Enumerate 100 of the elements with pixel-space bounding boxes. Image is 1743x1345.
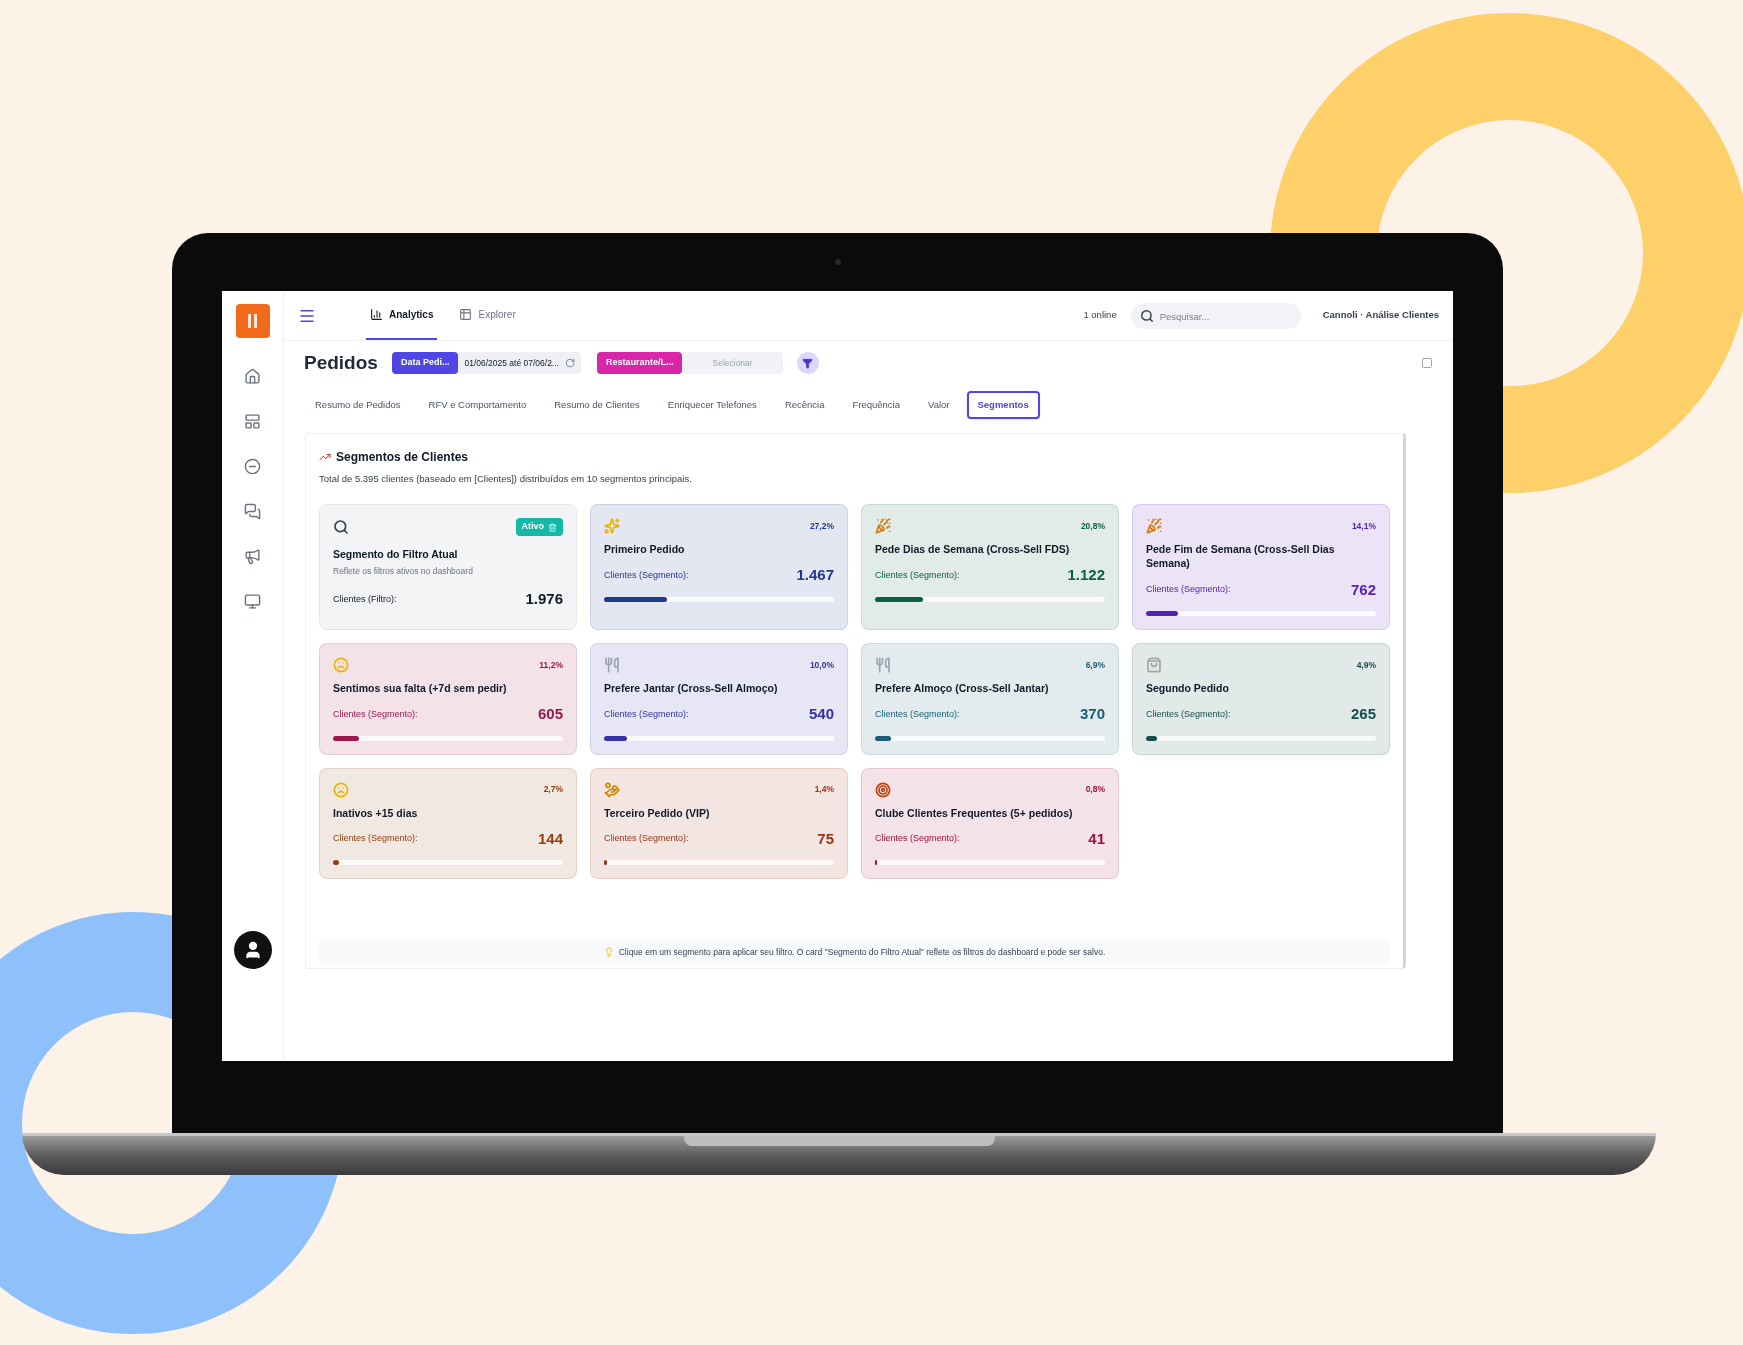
card-title: Pede Dias de Semana (Cross-Sell FDS) xyxy=(875,542,1071,557)
section-tab[interactable]: Recência xyxy=(773,391,836,419)
card-title: Primeiro Pedido xyxy=(604,542,686,557)
share-percent: 20,8% xyxy=(1080,519,1105,533)
filter-chip: Restaurante/L... xyxy=(596,352,683,374)
card-title: Prefere Almoço (Cross-Sell Jantar) xyxy=(875,681,1050,696)
utensils-icon xyxy=(604,657,620,674)
restaurant-filter[interactable]: Restaurante/L... Selecionar xyxy=(596,352,783,374)
count-label: Clientes (Segmento): xyxy=(1146,707,1231,721)
section-tab[interactable]: Resumo de Clientes xyxy=(543,391,651,419)
monitor-icon[interactable] xyxy=(244,593,261,610)
card-title: Pede Fim de Semana (Cross-Sell Dias Semana) xyxy=(1146,542,1336,571)
section-title: Segmentos de Clientes xyxy=(336,449,469,466)
share-percent: 4,9% xyxy=(1356,658,1376,672)
minus-circle-icon[interactable] xyxy=(244,458,261,475)
bar-chart-icon xyxy=(370,308,383,321)
filter-chip: Data Pedi... xyxy=(391,352,459,374)
section-tab[interactable]: RFV e Comportamento xyxy=(417,391,538,419)
sad-face-icon xyxy=(333,781,349,798)
card-title: Segmento do Filtro Atual xyxy=(333,546,459,562)
sparkle-icon xyxy=(604,518,620,535)
chart-icon xyxy=(319,451,331,463)
app-logo[interactable] xyxy=(235,304,270,338)
nav-tab[interactable]: Explorer xyxy=(455,291,520,340)
card-title: Prefere Jantar (Cross-Sell Almoço) xyxy=(604,681,779,696)
segment-card[interactable]: 2,7% Inativos +15 dias Clientes (Segmento): 144 xyxy=(319,767,577,880)
megaphone-icon[interactable] xyxy=(244,548,261,565)
square-icon[interactable] xyxy=(1421,357,1433,369)
hands-icon xyxy=(604,781,620,798)
nav-tab[interactable]: Analytics xyxy=(366,291,438,340)
date-filter[interactable]: Data Pedi... 01/06/2025 até 07/06/2... xyxy=(391,352,581,374)
date-range: 01/06/2025 até 07/06/2... xyxy=(463,356,560,370)
count-label: Clientes (Segmento): xyxy=(604,568,689,582)
count-label: Clientes (Filtro): xyxy=(333,592,397,606)
segment-card[interactable]: 14,1% Pede Fim de Semana (Cross-Sell Dias Semana) Clientes (Segmento): 762 xyxy=(1132,504,1390,631)
sad-face-icon xyxy=(333,657,349,674)
refresh-icon[interactable] xyxy=(564,358,575,368)
user-avatar[interactable] xyxy=(233,931,272,969)
count-label: Clientes (Segmento): xyxy=(333,832,418,846)
segment-card[interactable]: 4,9% Segundo Pedido Clientes (Segmento): 265 xyxy=(1132,643,1390,755)
count-value: 370 xyxy=(1079,704,1105,725)
card-title: Segundo Pedido xyxy=(1146,681,1230,696)
section-tab[interactable]: Enriquecer Telefones xyxy=(656,391,768,419)
share-percent: 11,2% xyxy=(539,658,563,672)
chat-icon[interactable] xyxy=(244,503,261,520)
count-value: 762 xyxy=(1350,579,1376,600)
party-popper-icon xyxy=(1146,518,1162,535)
card-title: Clube Clientes Frequentes (5+ pedidos) xyxy=(875,805,1074,820)
segment-card[interactable]: 6,9% Prefere Almoço (Cross-Sell Jantar) Clientes (Segmento): 370 xyxy=(861,643,1119,755)
search-icon xyxy=(333,519,349,535)
filter-button[interactable] xyxy=(796,352,819,374)
segment-card[interactable]: 10,0% Prefere Jantar (Cross-Sell Almoço) Clientes (Segmento): 540 xyxy=(590,643,848,755)
count-label: Clientes (Segmento): xyxy=(875,832,960,846)
table-icon xyxy=(459,308,473,321)
workspace-label: Cannoli · Análise Clientes xyxy=(1322,308,1439,323)
count-value: 1.976 xyxy=(525,589,563,610)
count-label: Clientes (Segmento): xyxy=(604,707,689,721)
segment-card[interactable]: 11,2% Sentimos sua falta (+7d sem pedir) Clientes (Segmento): 605 xyxy=(319,643,577,755)
segment-card[interactable]: 1,4% Terceiro Pedido (VIP) Clientes (Segmento): 75 xyxy=(590,767,848,880)
hint-text: Clique em um segmento para aplicar seu filtro. O card "Segmento do Filtro Atual" reflete os filtros do dashboard e pode ser salvo. xyxy=(618,945,1106,959)
share-percent: 1,4% xyxy=(814,783,834,797)
card-title: Inativos +15 dias xyxy=(333,805,419,820)
status-badge: Ativo xyxy=(515,518,563,536)
layout-icon[interactable] xyxy=(244,413,261,430)
card-title: Sentimos sua falta (+7d sem pedir) xyxy=(333,681,508,696)
count-value: 540 xyxy=(808,704,834,725)
count-label: Clientes (Segmento): xyxy=(1146,583,1231,597)
share-percent: 10,0% xyxy=(809,658,834,672)
count-value: 144 xyxy=(537,828,563,849)
count-label: Clientes (Segmento): xyxy=(875,707,960,721)
share-percent: 6,9% xyxy=(1085,658,1105,672)
count-value: 75 xyxy=(817,828,834,849)
lightbulb-icon xyxy=(603,947,614,957)
online-status: 1 online xyxy=(1083,308,1117,323)
section-tab[interactable]: Segmentos xyxy=(966,391,1040,419)
segment-card[interactable]: 20,8% Pede Dias de Semana (Cross-Sell FDS) Clientes (Segmento): 1.122 xyxy=(861,504,1119,631)
count-label: Clientes (Segmento): xyxy=(333,707,418,721)
section-subtitle: Total de 5.395 clientes (baseado em [Clientes]) distribuídos em 10 segmentos principais. xyxy=(319,472,693,486)
party-popper-icon xyxy=(875,518,891,535)
count-value: 1.467 xyxy=(796,565,834,586)
share-percent: 0,8% xyxy=(1085,783,1105,797)
segment-card[interactable]: 27,2% Primeiro Pedido Clientes (Segmento): 1.467 xyxy=(590,504,848,631)
count-label: Clientes (Segmento): xyxy=(604,832,689,846)
search-field[interactable]: Pesquisar... xyxy=(1130,303,1301,329)
section-tab[interactable]: Frequência xyxy=(841,391,911,419)
count-label: Clientes (Segmento): xyxy=(875,568,960,582)
count-value: 1.122 xyxy=(1067,565,1105,586)
funnel-icon xyxy=(802,357,814,369)
share-percent: 14,1% xyxy=(1351,519,1376,533)
home-icon[interactable] xyxy=(244,368,261,385)
segment-card[interactable]: Ativo Segmento do Filtro Atual Reflete os filtros ativos no dashboard Clientes (Filtro): 1.976 xyxy=(319,504,577,631)
card-note: Reflete os filtros ativos no dashboard xyxy=(333,564,474,578)
trash-icon xyxy=(548,522,557,532)
utensils-icon xyxy=(875,657,891,674)
share-percent: 2,7% xyxy=(543,783,563,797)
segment-card[interactable]: 0,8% Clube Clientes Frequentes (5+ pedidos) Clientes (Segmento): 41 xyxy=(861,767,1119,880)
section-tab[interactable]: Resumo de Pedidos xyxy=(304,391,412,419)
logo-mark-icon xyxy=(245,312,260,330)
section-tab[interactable]: Valor xyxy=(917,391,961,419)
select-placeholder: Selecionar xyxy=(711,356,754,370)
